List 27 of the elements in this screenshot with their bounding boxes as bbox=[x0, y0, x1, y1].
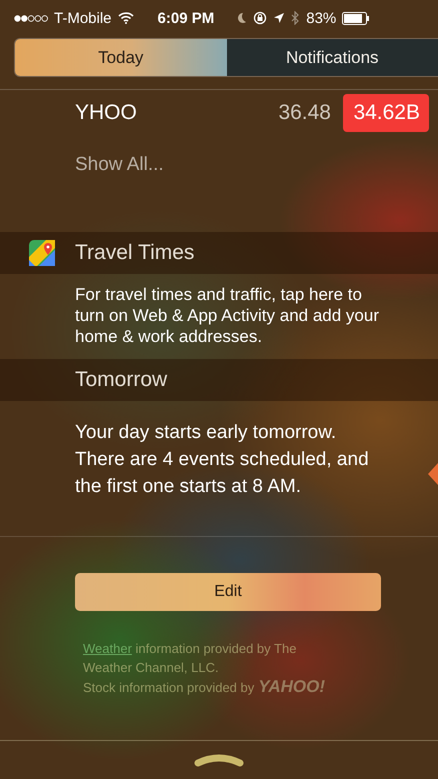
tab[interactable]: Notifications bbox=[226, 39, 438, 76]
stock-symbol: YHOO bbox=[75, 101, 138, 125]
carrier-name: T-Mobile bbox=[54, 10, 112, 26]
show-all-link[interactable]: Show All... bbox=[75, 154, 164, 175]
handle-icon[interactable] bbox=[194, 753, 244, 767]
widget-title: Tomorrow bbox=[75, 368, 168, 392]
clock-time: 6:09 PM bbox=[158, 10, 214, 26]
yahoo-logo: YAHOO! bbox=[258, 677, 326, 696]
widget-text[interactable]: For travel times and traffic, tap here to turn on Web & App Activity and add your home & work addresses. bbox=[75, 284, 434, 347]
map-app-icon bbox=[29, 240, 55, 266]
market-cap-badge[interactable]: 34.62B bbox=[343, 94, 429, 132]
location-icon bbox=[273, 12, 286, 24]
stock-price: 36.48 bbox=[278, 101, 331, 125]
edit-button[interactable]: Edit bbox=[75, 573, 381, 611]
tab[interactable]: Today bbox=[15, 39, 226, 76]
rotation-lock-icon bbox=[253, 11, 268, 25]
weather-credit: Weather information provided by The Weather Channel, LLC. bbox=[83, 640, 298, 677]
widget-text[interactable]: Your day starts early tomorrow. There are 4 events scheduled, and the first one starts at 8 AM. bbox=[75, 419, 434, 500]
battery-icon bbox=[342, 12, 370, 24]
wifi-icon bbox=[118, 12, 134, 24]
pointer-icon bbox=[428, 463, 438, 485]
stock-credit: Stock information provided by bbox=[83, 680, 254, 695]
signal-icon bbox=[14, 14, 48, 22]
widget-title: Travel Times bbox=[75, 241, 194, 265]
bluetooth-icon bbox=[291, 11, 300, 25]
battery-percent: 83% bbox=[306, 10, 336, 26]
moon-icon bbox=[236, 12, 248, 24]
